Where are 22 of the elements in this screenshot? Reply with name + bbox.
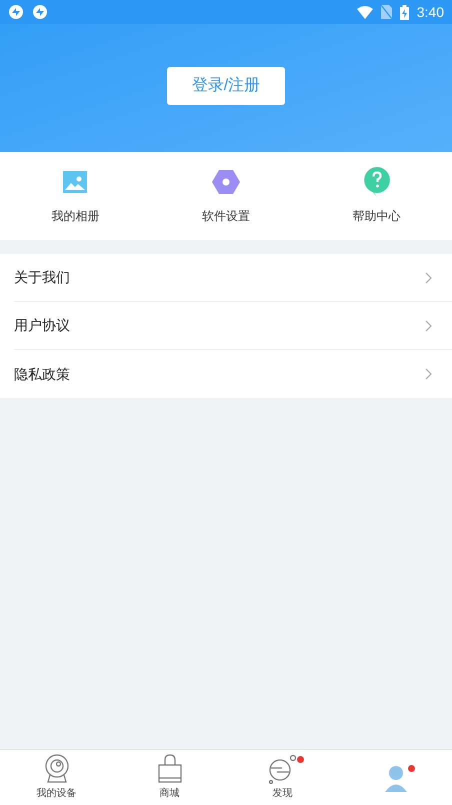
status-time: 3:40 [416, 2, 444, 22]
picture-icon [63, 171, 88, 193]
battery-icon [400, 4, 409, 20]
shopping-bag-icon [156, 754, 182, 784]
chevron-right-icon [425, 320, 432, 332]
chevron-right-icon [425, 272, 432, 284]
menu-item[interactable]: 用户协议 [14, 302, 452, 350]
settings-icon [212, 170, 240, 194]
wifi-icon [356, 6, 373, 18]
shortcut-item[interactable]: 软件设置 [150, 152, 302, 240]
tab-item[interactable]: 发现 [226, 750, 339, 805]
camera-icon [44, 754, 70, 784]
tab-item[interactable]: 我的设备 [0, 750, 113, 805]
menu-item[interactable]: 关于我们 [14, 254, 452, 302]
no-sim-icon [380, 5, 392, 19]
shortcut-item[interactable]: 帮助中心 [301, 152, 452, 240]
tab-item[interactable]: 商城 [113, 750, 226, 805]
planet-icon [268, 754, 298, 784]
help-icon [364, 167, 390, 197]
shortcut-item[interactable]: 我的相册 [0, 152, 151, 240]
menu-item[interactable]: 隐私政策 [14, 350, 452, 398]
chevron-right-icon [425, 368, 432, 380]
